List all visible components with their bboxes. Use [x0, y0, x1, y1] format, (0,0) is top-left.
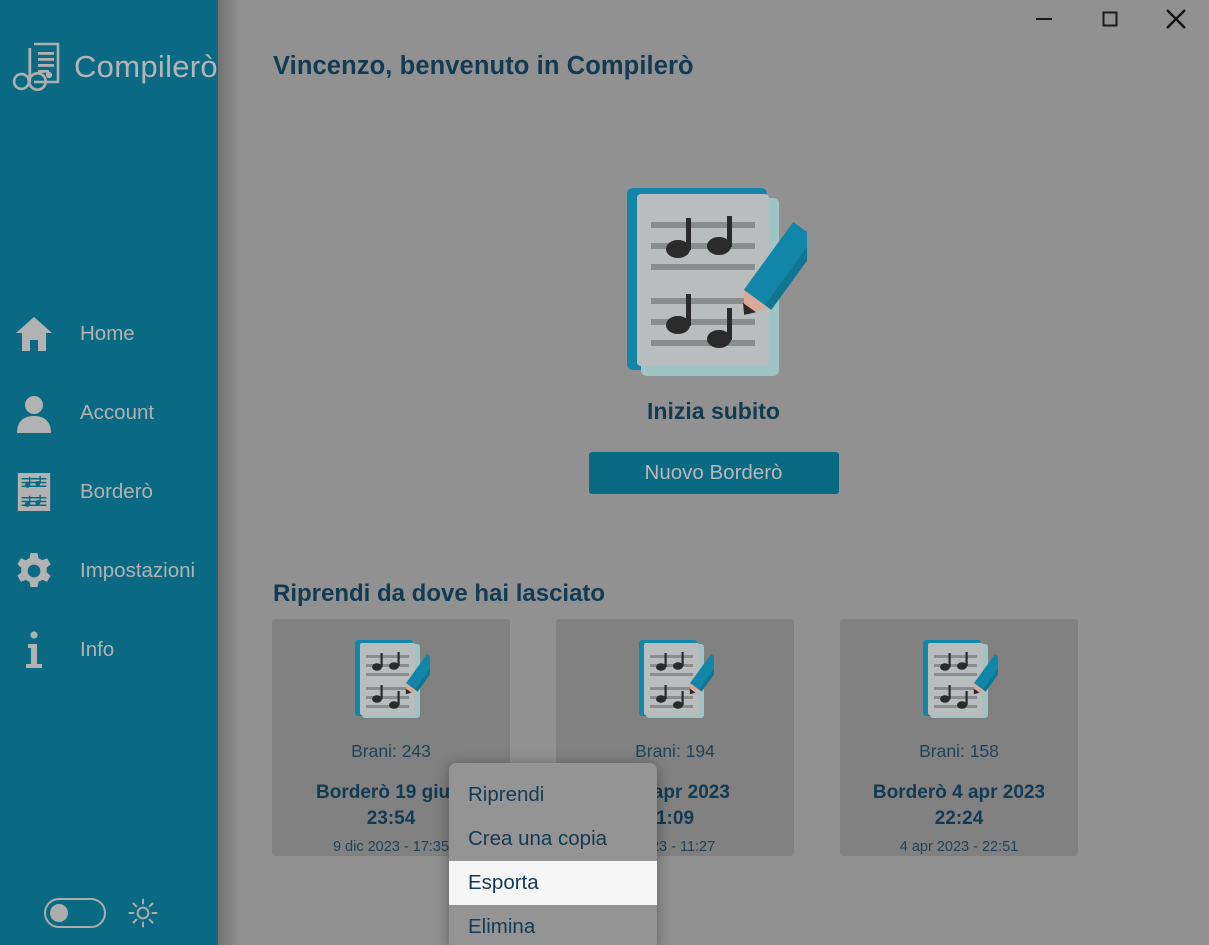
- theme-toggle-switch[interactable]: [44, 898, 106, 928]
- brani-label: Brani:: [351, 741, 397, 761]
- person-icon: [12, 391, 56, 435]
- sheet-music-icon: [12, 470, 56, 514]
- menu-item-elimina[interactable]: Elimina: [449, 905, 657, 945]
- hero-section: Inizia subito Nuovo Borderò: [218, 180, 1209, 494]
- sidebar-item-bordero[interactable]: Borderò: [0, 463, 218, 521]
- gear-icon: [12, 549, 56, 593]
- minimize-button[interactable]: [1011, 2, 1077, 36]
- sheet-music-pencil-illustration: [621, 180, 820, 380]
- brani-value: 243: [401, 741, 431, 761]
- sidebar-item-label-bordero: Borderò: [80, 480, 153, 503]
- recent-cards-list: Brani: 243 Borderò 19 giu 2 23:54 9 dic …: [272, 619, 1078, 856]
- card-date: 9 dic 2023 - 17:35: [332, 839, 450, 855]
- brani-label: Brani:: [635, 741, 681, 761]
- brand: Compilerò: [0, 26, 218, 108]
- sidebar-item-label-impostazioni: Impostazioni: [80, 559, 196, 582]
- card-title-line1: Borderò 4 apr 2023: [872, 782, 1046, 803]
- card-title-line2: 22:24: [934, 808, 984, 829]
- brani-value: 194: [685, 741, 715, 761]
- table-row[interactable]: Brani: 158 Borderò 4 apr 2023 22:24 4 ap…: [840, 619, 1078, 856]
- new-bordero-button[interactable]: Nuovo Borderò: [588, 452, 839, 494]
- card-brani-count: Brani: 158: [919, 741, 999, 762]
- info-icon: [12, 628, 56, 672]
- window-controls: [1011, 0, 1209, 38]
- app-window: Compilerò Home Account Borderò Impostazi…: [0, 0, 1209, 945]
- theme-controls: [44, 898, 158, 928]
- brani-value: 158: [969, 741, 999, 761]
- hero-title: Inizia subito: [647, 398, 780, 424]
- home-icon: [12, 312, 56, 356]
- minimize-icon: [1032, 7, 1056, 31]
- brani-label: Brani:: [919, 741, 965, 761]
- sidebar-item-account[interactable]: Account: [0, 384, 218, 442]
- context-menu: Riprendi Crea una copia Esporta Elimina: [449, 763, 657, 945]
- sidebar-item-info[interactable]: Info: [0, 621, 218, 679]
- page-title: Vincenzo, benvenuto in Compilerò: [273, 52, 694, 80]
- card-title-line1: Borderò 19 giu 2: [316, 782, 466, 803]
- sidebar-item-label-home: Home: [80, 322, 135, 345]
- maximize-button[interactable]: [1077, 2, 1143, 36]
- menu-item-esporta[interactable]: Esporta: [449, 861, 657, 905]
- sidebar-item-label-info: Info: [80, 638, 115, 661]
- toggle-knob: [50, 904, 68, 922]
- sheet-music-pencil-icon: [636, 637, 723, 721]
- main-content: Vincenzo, benvenuto in Compilerò Inizia …: [218, 0, 1209, 945]
- menu-item-crea-una-copia[interactable]: Crea una copia: [449, 817, 657, 861]
- sidebar-item-home[interactable]: Home: [0, 305, 218, 363]
- section-title: Riprendi da dove hai lasciato: [273, 580, 606, 607]
- card-brani-count: Brani: 194: [635, 741, 715, 762]
- sun-icon[interactable]: [128, 898, 158, 928]
- card-title-line2: 1:09: [655, 808, 695, 829]
- music-note-document-icon: [8, 36, 70, 98]
- sidebar-nav: Home Account Borderò Impostazioni Info: [0, 305, 218, 700]
- maximize-icon: [1098, 7, 1122, 31]
- sheet-music-pencil-icon: [920, 637, 1007, 721]
- card-title: Borderò 4 apr 2023 22:24: [849, 780, 1069, 832]
- sidebar: Compilerò Home Account Borderò Impostazi…: [0, 0, 218, 945]
- sidebar-item-label-account: Account: [80, 401, 155, 424]
- sheet-music-pencil-icon: [352, 637, 439, 721]
- card-date: 4 apr 2023 - 22:51: [899, 839, 1019, 855]
- close-icon: [1162, 5, 1190, 33]
- sidebar-item-impostazioni[interactable]: Impostazioni: [0, 542, 218, 600]
- brand-name: Compilerò: [74, 49, 218, 84]
- close-button[interactable]: [1143, 2, 1209, 36]
- card-brani-count: Brani: 243: [351, 741, 431, 762]
- menu-item-riprendi[interactable]: Riprendi: [449, 773, 657, 817]
- card-title-line2: 23:54: [366, 808, 416, 829]
